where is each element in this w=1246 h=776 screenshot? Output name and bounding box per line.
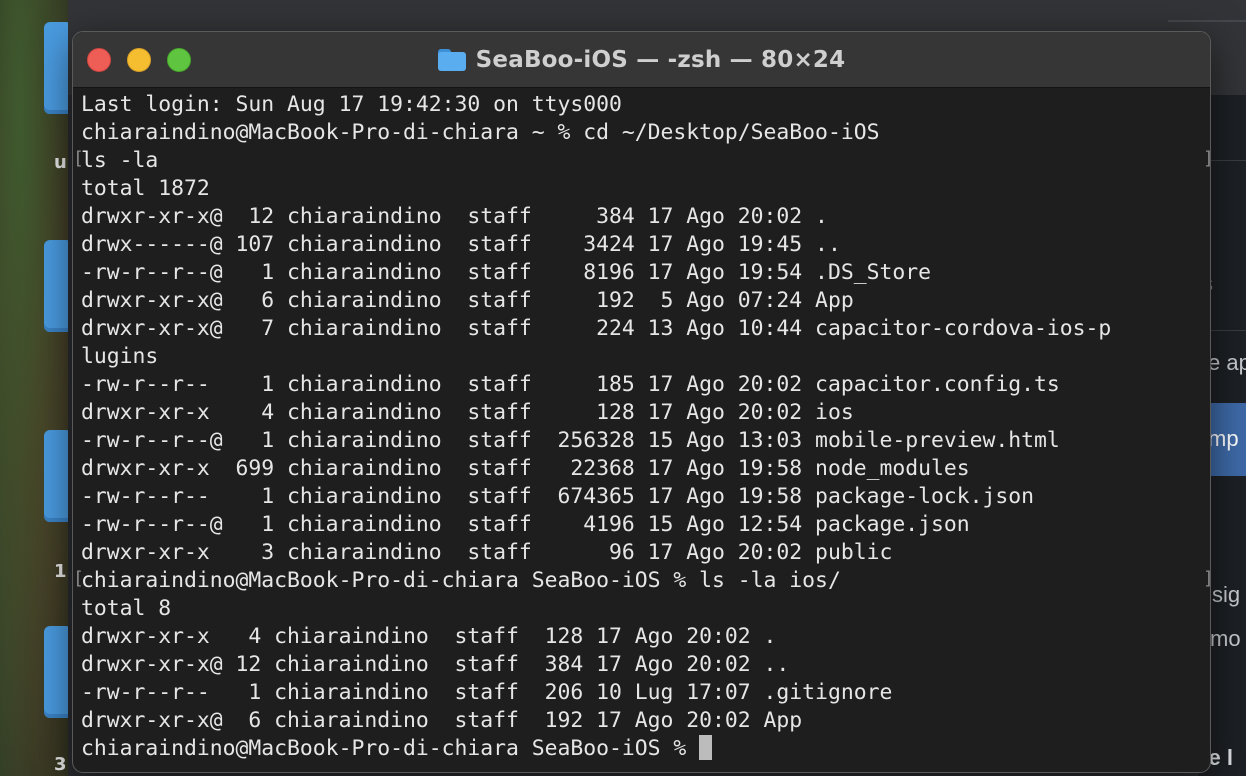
terminal-line-text: -rw-r--r--@ 1 chiaraindino staff 8196 17… — [81, 260, 931, 285]
terminal-line-text: Last login: Sun Aug 17 19:42:30 on ttys0… — [81, 92, 622, 117]
terminal-line: -rw-r--r--@ 1 chiaraindino staff 4196 15… — [81, 511, 1202, 539]
background-app-text: sig — [1212, 582, 1241, 607]
terminal-line-text: drwx------@ 107 chiaraindino staff 3424 … — [81, 232, 841, 257]
terminal-line-text: chiaraindino@MacBook-Pro-di-chiara ~ % c… — [81, 120, 880, 145]
mark-bracket-left: [ — [73, 148, 84, 169]
terminal-line: drwx------@ 107 chiaraindino staff 3424 … — [81, 231, 1202, 259]
terminal-titlebar[interactable]: SeaBoo-iOS — -zsh — 80×24 — [73, 32, 1210, 88]
terminal-line: lugins — [81, 343, 1202, 371]
terminal-line: chiaraindino@MacBook-Pro-di-chiara SeaBo… — [81, 734, 1202, 763]
terminal-line: -rw-r--r-- 1 chiaraindino staff 206 10 L… — [81, 679, 1202, 707]
terminal-line-text: drwxr-xr-x@ 12 chiaraindino staff 384 17… — [81, 652, 790, 677]
terminal-line-text: -rw-r--r--@ 1 chiaraindino staff 256328 … — [81, 428, 1060, 453]
terminal-line: drwxr-xr-x 3 chiaraindino staff 96 17 Ag… — [81, 539, 1202, 567]
terminal-line: chiaraindino@MacBook-Pro-di-chiara ~ % c… — [81, 119, 1202, 147]
background-app-text: e ap — [1208, 350, 1246, 375]
window-title: SeaBoo-iOS — -zsh — 80×24 — [475, 46, 846, 73]
terminal-line: -rw-r--r-- 1 chiaraindino staff 185 17 A… — [81, 371, 1202, 399]
terminal-line-text: total 1872 — [81, 176, 210, 201]
terminal-line: drwxr-xr-x@ 12 chiaraindino staff 384 17… — [81, 651, 1202, 679]
terminal-line: total 1872 — [81, 175, 1202, 203]
terminal-line: drwxr-xr-x@ 12 chiaraindino staff 384 17… — [81, 203, 1202, 231]
terminal-line: -rw-r--r--@ 1 chiaraindino staff 256328 … — [81, 427, 1202, 455]
terminal-line-text: drwxr-xr-x 4 chiaraindino staff 128 17 A… — [81, 624, 777, 649]
terminal-line: drwxr-xr-x@ 6 chiaraindino staff 192 17 … — [81, 707, 1202, 735]
terminal-line-text: drwxr-xr-x@ 12 chiaraindino staff 384 17… — [81, 204, 828, 229]
terminal-window[interactable]: SeaBoo-iOS — -zsh — 80×24 Last login: Su… — [72, 31, 1211, 773]
terminal-line: drwxr-xr-x 4 chiaraindino staff 128 17 A… — [81, 399, 1202, 427]
terminal-line: drwxr-xr-x 4 chiaraindino staff 128 17 A… — [81, 623, 1202, 651]
terminal-line-text: -rw-r--r-- 1 chiaraindino staff 674365 1… — [81, 484, 1034, 509]
background-app-tab — [1168, 20, 1246, 22]
desktop-label: u — [54, 152, 67, 173]
terminal-line-text: chiaraindino@MacBook-Pro-di-chiara SeaBo… — [81, 736, 700, 761]
mark-bracket-right: ] — [1203, 147, 1210, 171]
terminal-line-text: chiaraindino@MacBook-Pro-di-chiara SeaBo… — [81, 568, 841, 593]
terminal-line: drwxr-xr-x 699 chiaraindino staff 22368 … — [81, 455, 1202, 483]
terminal-line: drwxr-xr-x@ 7 chiaraindino staff 224 13 … — [81, 315, 1202, 343]
desktop-label: 1 — [54, 561, 67, 582]
folder-icon — [437, 48, 466, 71]
terminal-line: -rw-r--r-- 1 chiaraindino staff 674365 1… — [81, 483, 1202, 511]
terminal-output[interactable]: Last login: Sun Aug 17 19:42:30 on ttys0… — [73, 91, 1210, 772]
terminal-line-text: ls -la — [81, 148, 159, 173]
terminal-line: -rw-r--r--@ 1 chiaraindino staff 8196 17… — [81, 259, 1202, 287]
terminal-line: total 8 — [81, 595, 1202, 623]
text-cursor — [699, 734, 713, 760]
mark-bracket-right: ] — [1203, 567, 1210, 591]
background-app-divider — [1208, 160, 1246, 161]
terminal-line-text: drwxr-xr-x 3 chiaraindino staff 96 17 Ag… — [81, 540, 893, 565]
terminal-line: Last login: Sun Aug 17 19:42:30 on ttys0… — [81, 91, 1202, 119]
terminal-line-text: drwxr-xr-x 699 chiaraindino staff 22368 … — [81, 456, 970, 481]
mark-bracket-left: [ — [73, 568, 84, 589]
terminal-line-text: lugins — [81, 344, 159, 369]
background-app-text: mo — [1210, 626, 1241, 651]
terminal-line-text: -rw-r--r-- 1 chiaraindino staff 185 17 A… — [81, 372, 1060, 397]
terminal-line-text: drwxr-xr-x 4 chiaraindino staff 128 17 A… — [81, 400, 854, 425]
terminal-line-text: drwxr-xr-x@ 6 chiaraindino staff 192 17 … — [81, 708, 803, 733]
terminal-line-text: total 8 — [81, 596, 172, 621]
terminal-line-text: -rw-r--r-- 1 chiaraindino staff 206 10 L… — [81, 680, 893, 705]
window-title-group: SeaBoo-iOS — -zsh — 80×24 — [73, 32, 1210, 87]
terminal-line: [] chiaraindino@MacBook-Pro-di-chiara Sea… — [73, 567, 1210, 595]
terminal-line-text: -rw-r--r--@ 1 chiaraindino staff 4196 15… — [81, 512, 970, 537]
desktop-label: 3 — [54, 754, 67, 775]
terminal-line: drwxr-xr-x@ 6 chiaraindino staff 192 5 A… — [81, 287, 1202, 315]
terminal-line-text: drwxr-xr-x@ 7 chiaraindino staff 224 13 … — [81, 316, 1112, 341]
background-app-text: mp — [1208, 426, 1239, 451]
terminal-line: [] ls -la — [73, 147, 1210, 175]
terminal-line-text: drwxr-xr-x@ 6 chiaraindino staff 192 5 A… — [81, 288, 854, 313]
background-app-divider — [1208, 330, 1246, 331]
